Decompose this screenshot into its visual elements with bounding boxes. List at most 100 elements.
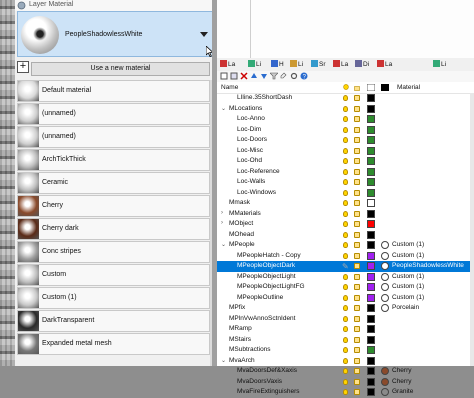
lightbulb-icon[interactable] <box>343 179 348 185</box>
lightbulb-icon[interactable] <box>343 242 348 248</box>
tab-help-2[interactable]: H <box>270 59 284 70</box>
tab-lights-1[interactable]: Li <box>247 59 261 70</box>
tab-layers-5[interactable]: La <box>332 59 348 70</box>
material-swatch[interactable] <box>381 293 389 302</box>
color-column-icon[interactable] <box>367 84 375 91</box>
layer-color-swatch[interactable] <box>367 272 375 281</box>
lock-icon[interactable] <box>354 200 360 206</box>
layer-color-swatch[interactable] <box>367 262 375 270</box>
layer-color-swatch[interactable] <box>367 251 375 260</box>
lock-icon[interactable] <box>354 389 360 395</box>
lock-icon[interactable] <box>354 105 360 112</box>
lightbulb-icon[interactable] <box>343 305 348 311</box>
lock-icon[interactable] <box>354 273 360 280</box>
help-icon[interactable]: ? <box>300 72 308 80</box>
lock-icon[interactable] <box>354 137 360 143</box>
layer-row[interactable]: Loc-Ohd <box>217 156 474 167</box>
material-list-item[interactable]: Expanded metal mesh <box>17 333 210 355</box>
layer-color-swatch[interactable] <box>367 377 375 386</box>
lightbulb-icon[interactable] <box>343 210 348 217</box>
material-swatch[interactable] <box>381 377 389 386</box>
lock-icon[interactable] <box>354 357 360 364</box>
layer-color-swatch[interactable] <box>367 220 375 228</box>
layer-color-swatch[interactable] <box>367 388 375 396</box>
tab-library-8[interactable]: Li <box>432 59 446 70</box>
layer-row[interactable]: MPeopleHatch - Copy Custom (1) <box>217 251 474 262</box>
lightbulb-icon[interactable] <box>343 95 348 101</box>
lock-icon[interactable] <box>354 263 360 269</box>
tab-library-3[interactable]: Li <box>289 59 303 70</box>
layer-row[interactable]: MStairs <box>217 335 474 346</box>
lightbulb-icon[interactable] <box>343 200 348 206</box>
chevron-right-icon[interactable]: › <box>221 220 223 226</box>
layer-row[interactable]: MOhead <box>217 230 474 241</box>
layer-list-scrollbar[interactable] <box>470 93 474 366</box>
current-layer-icon[interactable]: ✎ <box>342 262 349 271</box>
tab-layers-0[interactable]: La <box>219 59 235 70</box>
lightbulb-icon[interactable] <box>343 189 348 196</box>
tools-icon[interactable] <box>280 72 288 80</box>
lightbulb-icon[interactable] <box>343 126 348 133</box>
layer-color-swatch[interactable] <box>367 104 375 113</box>
layer-row[interactable]: Loc-Misc <box>217 146 474 157</box>
lightbulb-icon[interactable] <box>343 105 348 112</box>
layer-color-swatch[interactable] <box>367 136 375 144</box>
layer-row[interactable]: Loc-Dim <box>217 125 474 136</box>
lock-icon[interactable] <box>354 221 360 227</box>
layer-material-name[interactable]: Granite <box>392 388 413 395</box>
lock-icon[interactable] <box>354 326 360 332</box>
lock-icon[interactable] <box>354 368 360 374</box>
layer-row[interactable]: ⌄ MPeople Custom (1) <box>217 240 474 251</box>
layer-row[interactable]: Mmask <box>217 198 474 209</box>
layer-row[interactable]: MvaDoorsVaxis Cherry <box>217 377 474 388</box>
layer-row[interactable]: MPlnVwAnnoSctnIdent <box>217 314 474 325</box>
layer-material-name[interactable]: Cherry <box>392 378 412 385</box>
lightbulb-icon[interactable] <box>343 347 348 353</box>
layer-color-swatch[interactable] <box>367 209 375 218</box>
layer-material-name[interactable]: Custom (1) <box>392 252 424 259</box>
layer-material-name[interactable]: Porcelain <box>392 304 419 311</box>
material-list-item[interactable]: Cherry <box>17 195 210 217</box>
material-swatch[interactable] <box>381 272 389 281</box>
layer-color-swatch[interactable] <box>367 335 375 344</box>
layer-material-name[interactable]: Custom (1) <box>392 283 424 290</box>
layer-row[interactable]: MSubtractions <box>217 345 474 356</box>
lock-icon[interactable] <box>354 116 360 122</box>
layer-color-swatch[interactable] <box>367 146 375 155</box>
lock-icon[interactable] <box>354 158 360 164</box>
material-list-item[interactable]: Conc stripes <box>17 241 210 263</box>
layer-row[interactable]: ⌄ MvaArch <box>217 356 474 367</box>
layer-color-swatch[interactable] <box>367 125 375 134</box>
layer-row[interactable]: Loc-Walls <box>217 177 474 188</box>
lightbulb-icon[interactable] <box>343 231 348 238</box>
material-swatch[interactable] <box>381 283 389 291</box>
layer-color-swatch[interactable] <box>367 241 375 249</box>
lightbulb-icon[interactable] <box>343 378 348 385</box>
layer-row[interactable]: MPeopleOutline Custom (1) <box>217 293 474 304</box>
material-swatch[interactable] <box>381 388 389 396</box>
layer-color-swatch[interactable] <box>367 293 375 302</box>
layer-color-swatch[interactable] <box>367 356 375 365</box>
layer-material-name[interactable]: Custom (1) <box>392 273 424 280</box>
layer-row[interactable]: MvaDoorsDef&Xaxis Cherry <box>217 366 474 377</box>
layer-color-swatch[interactable] <box>367 115 375 123</box>
lightbulb-icon[interactable] <box>343 273 348 280</box>
lightbulb-icon[interactable] <box>343 252 348 259</box>
chevron-down-icon[interactable]: ⌄ <box>221 105 226 112</box>
lock-icon[interactable] <box>354 378 360 385</box>
layer-color-swatch[interactable] <box>367 167 375 176</box>
material-swatch[interactable] <box>381 367 389 375</box>
move-up-icon[interactable] <box>250 72 258 80</box>
lightbulb-icon[interactable] <box>343 147 348 154</box>
new-sublayer-icon[interactable] <box>230 72 238 80</box>
layer-color-swatch[interactable] <box>367 314 375 323</box>
lock-icon[interactable] <box>354 189 360 196</box>
material-list-item[interactable]: Default material <box>17 80 210 102</box>
lock-icon[interactable] <box>354 168 360 175</box>
material-swatch[interactable] <box>381 251 389 260</box>
lock-icon[interactable] <box>354 315 360 322</box>
new-layer-icon[interactable] <box>220 72 228 80</box>
on-column-icon[interactable] <box>343 84 349 91</box>
lightbulb-icon[interactable] <box>343 357 348 364</box>
layer-material-name[interactable]: Cherry <box>392 367 412 374</box>
